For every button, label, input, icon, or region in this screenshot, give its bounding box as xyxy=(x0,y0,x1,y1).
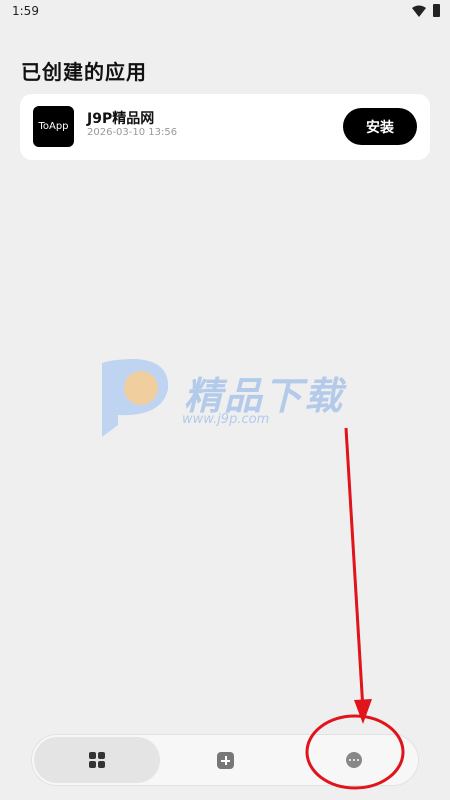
nav-apps-tab[interactable] xyxy=(34,737,160,783)
bottom-nav xyxy=(32,735,418,785)
annotation-arrow xyxy=(344,427,372,724)
apps-grid-icon xyxy=(88,751,106,769)
nav-more-tab[interactable] xyxy=(292,735,416,785)
add-icon xyxy=(216,751,234,769)
nav-add-tab[interactable] xyxy=(172,735,278,785)
more-icon xyxy=(346,752,362,768)
